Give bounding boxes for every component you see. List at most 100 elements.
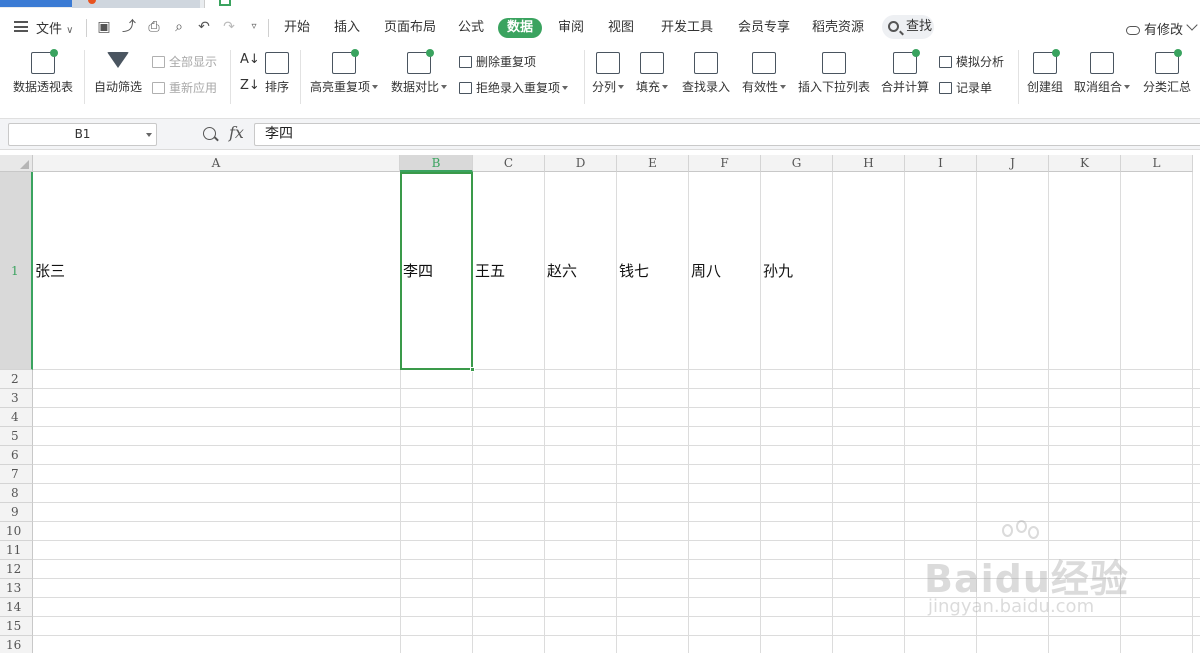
export-icon[interactable]: ⤴ (121, 19, 137, 35)
show-all-button[interactable]: 全部显示 (152, 53, 217, 70)
row-header-9[interactable]: 9 (0, 503, 33, 522)
select-all-corner[interactable] (0, 155, 33, 172)
validation-button[interactable]: 有效性 (740, 52, 788, 95)
formula-input[interactable]: 李四 (254, 123, 1200, 146)
tab-data[interactable]: 数据 (498, 18, 543, 38)
text-to-columns-button[interactable]: 分列 (590, 52, 626, 95)
create-group-button[interactable]: 创建组 (1024, 49, 1066, 95)
create-group-icon (1033, 49, 1060, 74)
row-header-4[interactable]: 4 (0, 408, 33, 427)
watermark-url: jingyan.baidu.com (928, 596, 1095, 617)
undo-icon[interactable]: ↶ (196, 19, 212, 35)
insert-dropdown-list-button[interactable]: 插入下拉列表 (796, 52, 872, 95)
save-status-label: 有修改 (1144, 23, 1184, 38)
divider (86, 19, 87, 37)
fill-button[interactable]: 填充 (634, 52, 670, 95)
tab-formulas[interactable]: 公式 (458, 18, 484, 38)
chevron-down-icon[interactable] (1186, 19, 1198, 31)
gridline (33, 407, 1200, 408)
row-header-7[interactable]: 7 (0, 465, 33, 484)
column-header-a[interactable]: A (33, 155, 400, 172)
column-header-j[interactable]: J (977, 155, 1049, 172)
column-header-h[interactable]: H (833, 155, 905, 172)
tab-member[interactable]: 会员专享 (738, 18, 790, 38)
save-status[interactable]: 有修改 (1126, 19, 1183, 38)
subtotal-button[interactable]: 分类汇总 (1140, 49, 1194, 95)
tab-developer[interactable]: 开发工具 (661, 18, 713, 38)
row-header-16[interactable]: 16 (0, 636, 33, 653)
column-header-k[interactable]: K (1049, 155, 1121, 172)
tab-insert[interactable]: 插入 (334, 18, 360, 38)
data-compare-button[interactable]: 数据对比 (388, 49, 450, 95)
what-if-analysis-icon (939, 56, 952, 68)
reject-duplicates-button[interactable]: 拒绝录入重复项 (459, 79, 569, 96)
row-header-10[interactable]: 10 (0, 522, 33, 541)
row-header-12[interactable]: 12 (0, 560, 33, 579)
cell-c1[interactable]: 王五 (473, 172, 545, 370)
active-document-tab[interactable] (204, 0, 1200, 8)
column-header-e[interactable]: E (617, 155, 689, 172)
column-header-g[interactable]: G (761, 155, 833, 172)
row-header-2[interactable]: 2 (0, 370, 33, 389)
cell-d1[interactable]: 赵六 (545, 172, 617, 370)
active-cell-selection[interactable] (400, 172, 475, 372)
save-icon[interactable]: ▣ (96, 19, 112, 35)
chevron-down-icon[interactable] (146, 133, 152, 137)
lookup-entry-button[interactable]: 查找录入 (680, 52, 732, 95)
sort-button[interactable]: 排序 (262, 52, 292, 95)
row-header-15[interactable]: 15 (0, 617, 33, 636)
hamburger-menu-icon[interactable] (14, 21, 28, 32)
column-header-f[interactable]: F (689, 155, 761, 172)
app-home-tab[interactable] (0, 0, 72, 7)
sort-descending-icon[interactable]: Z↓ (240, 78, 260, 93)
redo-icon[interactable]: ↷ (221, 19, 237, 35)
row-header-3[interactable]: 3 (0, 389, 33, 408)
delete-duplicates-button[interactable]: 删除重复项 (459, 53, 536, 70)
dropdown-list-icon (822, 52, 846, 74)
validation-icon (752, 52, 776, 74)
cell-g1[interactable]: 孙九 (761, 172, 833, 370)
name-box[interactable]: B1 (8, 123, 157, 146)
pivot-table-button[interactable]: 数据透视表 (10, 49, 76, 95)
zoom-icon[interactable] (203, 127, 216, 140)
row-header-8[interactable]: 8 (0, 484, 33, 503)
tab-docer-resources[interactable]: 稻壳资源 (812, 18, 864, 38)
column-header-l[interactable]: L (1121, 155, 1193, 172)
ungroup-button[interactable]: 取消组合 (1072, 52, 1132, 95)
row-header-11[interactable]: 11 (0, 541, 33, 560)
sort-ascending-icon[interactable]: A↓ (240, 52, 260, 67)
row-header-13[interactable]: 13 (0, 579, 33, 598)
row-header-6[interactable]: 6 (0, 446, 33, 465)
document-tab[interactable] (72, 0, 200, 8)
sort-icon (265, 52, 289, 74)
divider (230, 50, 231, 104)
tab-view[interactable]: 视图 (608, 18, 634, 38)
tab-review[interactable]: 审阅 (558, 18, 584, 38)
column-header-b[interactable]: B (400, 155, 473, 172)
tab-page-layout[interactable]: 页面布局 (384, 18, 436, 38)
cell-a1[interactable]: 张三 (33, 172, 400, 370)
reapply-button[interactable]: 重新应用 (152, 79, 217, 96)
consolidate-button[interactable]: 合并计算 (880, 49, 930, 95)
function-icon[interactable]: fx (229, 123, 244, 142)
tab-home[interactable]: 开始 (284, 18, 310, 38)
what-if-analysis-button[interactable]: 模拟分析 (939, 53, 1004, 70)
search-label: 查找 (906, 19, 933, 34)
highlight-duplicates-button[interactable]: 高亮重复项 (308, 49, 380, 95)
cell-e1[interactable]: 钱七 (617, 172, 689, 370)
autofilter-button[interactable]: 自动筛选 (92, 52, 144, 95)
print-icon[interactable]: ⎙ (146, 19, 162, 35)
column-header-d[interactable]: D (545, 155, 617, 172)
search-command[interactable]: 查找 (882, 15, 934, 39)
column-header-c[interactable]: C (473, 155, 545, 172)
row-header-14[interactable]: 14 (0, 598, 33, 617)
customize-toolbar-icon[interactable]: ▿ (246, 19, 262, 35)
file-menu[interactable]: 文件 ∨ (36, 18, 73, 37)
record-form-button[interactable]: 记录单 (939, 79, 992, 96)
fill-handle[interactable] (470, 367, 475, 372)
row-header-1[interactable]: 1 (0, 172, 33, 370)
row-header-5[interactable]: 5 (0, 427, 33, 446)
print-preview-icon[interactable]: ⌕ (171, 19, 187, 35)
column-header-i[interactable]: I (905, 155, 977, 172)
cell-f1[interactable]: 周八 (689, 172, 761, 370)
